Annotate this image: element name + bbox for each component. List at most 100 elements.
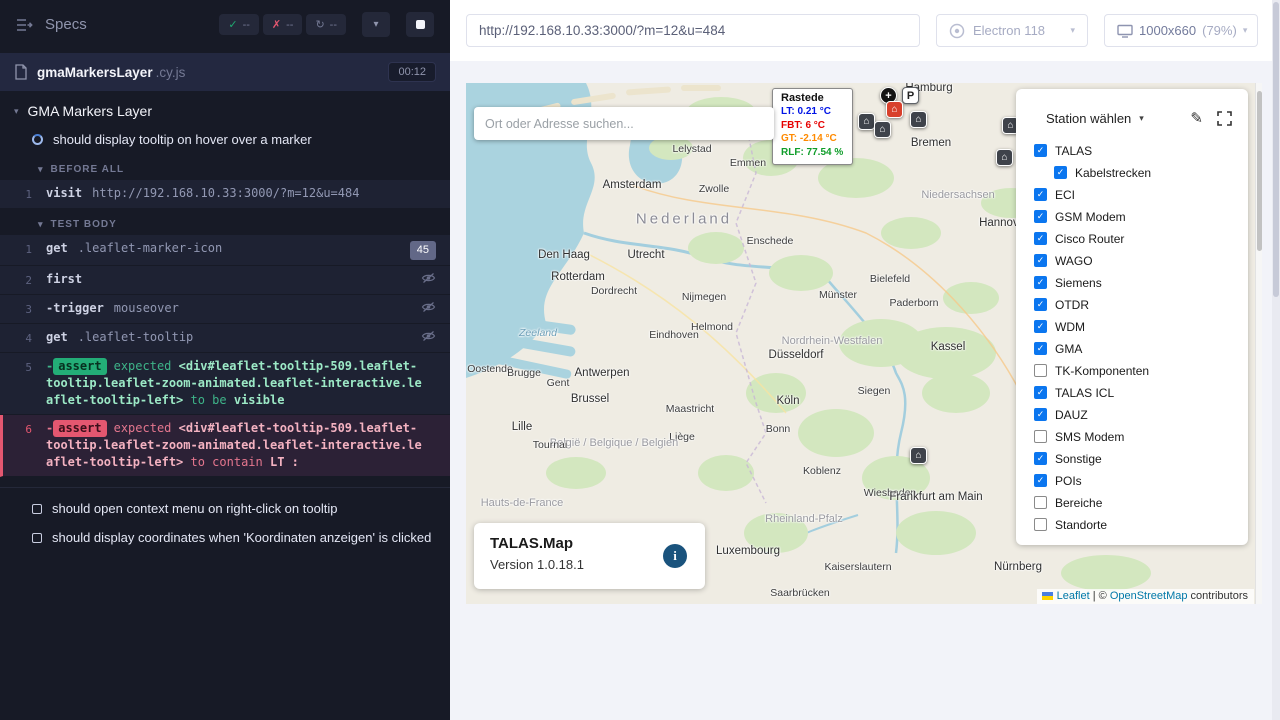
stop-button[interactable] bbox=[406, 12, 434, 37]
plus-icon: + bbox=[885, 91, 891, 101]
page-scrollbar[interactable] bbox=[1272, 0, 1280, 720]
command-content: -assertexpected <div#leaflet-tooltip-509… bbox=[46, 358, 436, 409]
checkbox[interactable]: ✓ bbox=[1034, 452, 1047, 465]
page-scrollbar-thumb[interactable] bbox=[1273, 2, 1279, 297]
layer-item[interactable]: ✓GSM Modem bbox=[1034, 210, 1232, 223]
command-row[interactable]: 2first bbox=[0, 266, 450, 295]
command-content: -assertexpected <div#leaflet-tooltip-509… bbox=[46, 420, 436, 471]
alert-marker[interactable]: ⌂ bbox=[886, 101, 903, 118]
leaflet-map[interactable]: HamburgDen HelderLeeuwardenGroningenBrem… bbox=[466, 83, 1262, 604]
layer-item[interactable]: ✓GMA bbox=[1034, 342, 1232, 355]
viewport-selector[interactable]: 1000x660 (79%) ▾ bbox=[1104, 14, 1258, 47]
x-stat-button[interactable]: ✗-- bbox=[263, 14, 303, 35]
layer-item[interactable]: ✓WDM bbox=[1034, 320, 1232, 333]
station-marker[interactable]: ⌂ bbox=[996, 149, 1013, 166]
layer-label: OTDR bbox=[1055, 298, 1089, 312]
layer-item[interactable]: Bereiche bbox=[1034, 496, 1232, 509]
checkbox[interactable] bbox=[1034, 364, 1047, 377]
browser-selector[interactable]: Electron 118 ▾ bbox=[936, 14, 1088, 47]
check-icon: ✓ bbox=[1037, 410, 1045, 419]
url-bar[interactable] bbox=[466, 14, 920, 47]
checkbox[interactable]: ✓ bbox=[1034, 474, 1047, 487]
layer-item[interactable]: ✓Sonstige bbox=[1034, 452, 1232, 465]
checkbox[interactable]: ✓ bbox=[1034, 232, 1047, 245]
command-method: get bbox=[46, 241, 68, 255]
checkbox[interactable] bbox=[1034, 496, 1047, 509]
station-marker[interactable]: ⌂ bbox=[858, 113, 875, 130]
command-row[interactable]: 4get.leaflet-tooltip bbox=[0, 324, 450, 353]
station-dropdown[interactable]: Station wählen bbox=[1046, 111, 1131, 126]
checkbox[interactable]: ✓ bbox=[1034, 408, 1047, 421]
station-marker[interactable]: ⌂ bbox=[910, 111, 927, 128]
layer-label: TK-Komponenten bbox=[1055, 364, 1149, 378]
layer-item[interactable]: ✓DAUZ bbox=[1034, 408, 1232, 421]
pending-test-row[interactable]: should display coordinates when 'Koordin… bbox=[0, 523, 450, 552]
url-input[interactable] bbox=[479, 23, 907, 38]
edit-pencil-icon[interactable]: ✎ bbox=[1190, 109, 1203, 127]
check-icon: ✓ bbox=[1037, 322, 1045, 331]
checkbox[interactable]: ✓ bbox=[1034, 276, 1047, 289]
command-row[interactable]: 6-assertexpected <div#leaflet-tooltip-50… bbox=[0, 415, 450, 477]
fullscreen-expand-icon[interactable] bbox=[1217, 111, 1232, 126]
layer-item[interactable]: Standorte bbox=[1034, 518, 1232, 531]
layer-item[interactable]: ✓ECI bbox=[1034, 188, 1232, 201]
layer-item[interactable]: ✓POIs bbox=[1034, 474, 1232, 487]
map-attribution: Leaflet | © OpenStreetMap contributors bbox=[1037, 589, 1254, 604]
station-marker[interactable]: ⌂ bbox=[874, 121, 891, 138]
map-scrollbar[interactable] bbox=[1255, 83, 1262, 604]
command-content: get.leaflet-marker-icon bbox=[46, 240, 410, 257]
layer-item[interactable]: ✓WAGO bbox=[1034, 254, 1232, 267]
layer-item[interactable]: ✓ OTDR bbox=[1034, 298, 1232, 311]
checkbox[interactable]: ✓ bbox=[1034, 254, 1047, 267]
layer-item[interactable]: TK-Komponenten bbox=[1034, 364, 1232, 377]
pending-test-title: should open context menu on right-click … bbox=[52, 501, 337, 516]
active-test-row[interactable]: should display tooltip on hover over a m… bbox=[0, 125, 450, 154]
suite-row[interactable]: ▾ GMA Markers Layer bbox=[0, 91, 450, 125]
checkbox[interactable]: ✓ bbox=[1034, 188, 1047, 201]
specs-menu-icon[interactable] bbox=[16, 18, 33, 32]
spec-file-row[interactable]: gmaMarkersLayer .cy.js 00:12 bbox=[0, 53, 450, 91]
map-label: Rheinland-Pfalz bbox=[765, 513, 843, 525]
map-label: Nordrhein-Westfalen bbox=[782, 335, 883, 347]
command-row[interactable]: 5-assertexpected <div#leaflet-tooltip-50… bbox=[0, 353, 450, 415]
map-label: België / Belgique / Belgien bbox=[550, 437, 678, 449]
hook-label[interactable]: ▾BEFORE ALL bbox=[0, 154, 450, 180]
layer-item[interactable]: ✓Cisco Router bbox=[1034, 232, 1232, 245]
checkbox[interactable]: ✓ bbox=[1034, 320, 1047, 333]
layer-item[interactable]: ✓Siemens bbox=[1034, 276, 1232, 289]
station-marker[interactable]: ⌂ bbox=[910, 447, 927, 464]
checkbox[interactable]: ✓ bbox=[1054, 166, 1067, 179]
openstreetmap-link[interactable]: OpenStreetMap bbox=[1110, 590, 1188, 602]
chevron-down-icon[interactable]: ▾ bbox=[1139, 113, 1144, 124]
refresh-stat-button[interactable]: ↻-- bbox=[306, 14, 346, 35]
check-stat-button[interactable]: ✓-- bbox=[219, 14, 259, 35]
checkbox[interactable] bbox=[1034, 430, 1047, 443]
eye-slash-icon bbox=[421, 330, 436, 342]
map-scrollbar-thumb[interactable] bbox=[1257, 91, 1262, 251]
command-row[interactable]: 1get.leaflet-marker-icon45 bbox=[0, 235, 450, 266]
pending-test-row[interactable]: should open context menu on right-click … bbox=[0, 494, 450, 523]
info-icon[interactable]: i bbox=[663, 544, 687, 568]
checkbox[interactable]: ✓ bbox=[1034, 144, 1047, 157]
layer-item[interactable]: ✓TALAS ICL bbox=[1034, 386, 1232, 399]
parking-marker[interactable]: P bbox=[902, 87, 919, 104]
leaflet-link[interactable]: Leaflet bbox=[1057, 590, 1090, 602]
viewport-icon bbox=[1117, 24, 1133, 38]
command-extras bbox=[421, 300, 442, 313]
tooltip-values: LT: 0.21 °CFBT: 6 °CGT: -2.14 °CRLF: 77.… bbox=[781, 105, 843, 159]
hook-label[interactable]: ▾TEST BODY bbox=[0, 209, 450, 235]
checkbox[interactable]: ✓ bbox=[1034, 298, 1047, 311]
checkbox[interactable]: ✓ bbox=[1034, 210, 1047, 223]
checkbox[interactable] bbox=[1034, 518, 1047, 531]
layer-item[interactable]: ✓TALAS bbox=[1034, 144, 1232, 157]
map-search-control[interactable] bbox=[474, 107, 774, 140]
collapse-chevron-button[interactable]: ▾ bbox=[362, 12, 390, 37]
layer-item[interactable]: ✓Kabelstrecken bbox=[1034, 166, 1232, 179]
command-row[interactable]: 1visithttp://192.168.10.33:3000/?m=12&u=… bbox=[0, 180, 450, 209]
search-input[interactable] bbox=[485, 117, 763, 131]
layer-item[interactable]: SMS Modem bbox=[1034, 430, 1232, 443]
station-house-icon: ⌂ bbox=[1001, 153, 1007, 163]
checkbox[interactable]: ✓ bbox=[1034, 342, 1047, 355]
checkbox[interactable]: ✓ bbox=[1034, 386, 1047, 399]
command-row[interactable]: 3-triggermouseover bbox=[0, 295, 450, 324]
